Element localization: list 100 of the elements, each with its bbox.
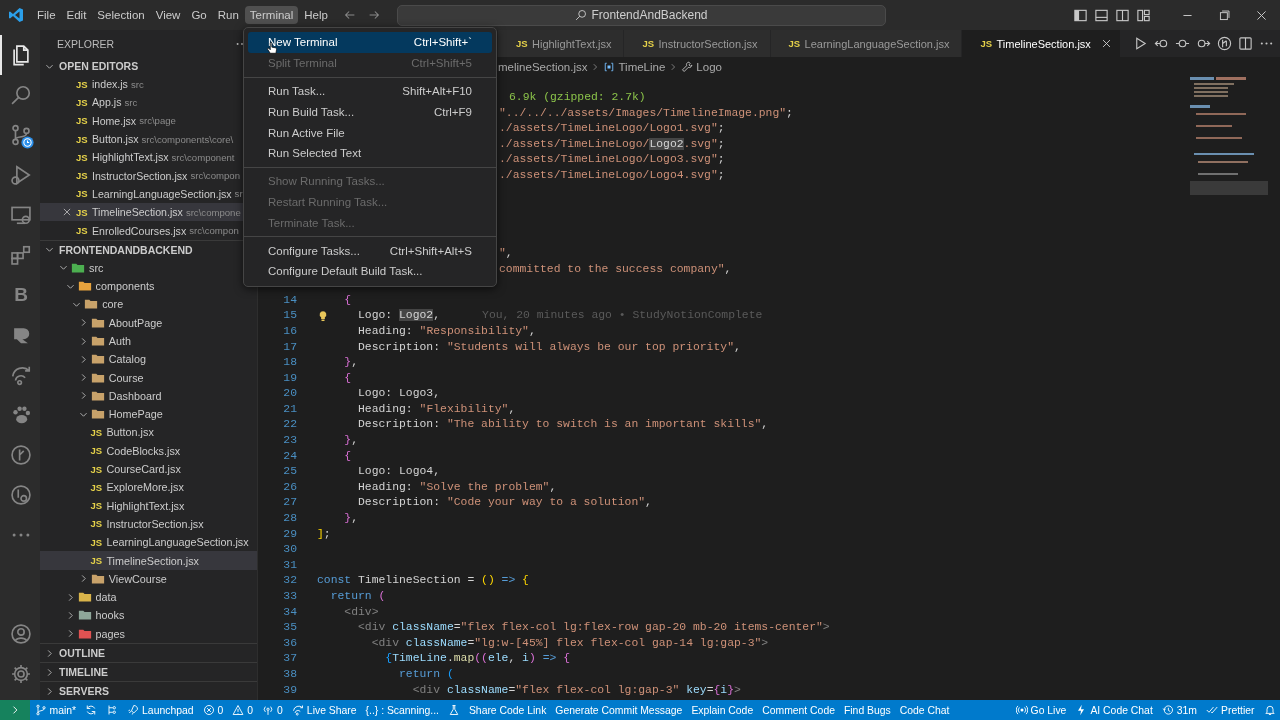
menu-item[interactable]: Run Selected Text — [248, 143, 492, 164]
tree-item[interactable]: data — [40, 588, 257, 607]
editor-tab[interactable]: JS HighlightText.jsx — [498, 30, 625, 57]
code-line: <div className="flex flex-col lg:flex-row gap-20 mb-20 items-center"> — [357, 620, 830, 636]
js-file-icon: JS — [90, 481, 103, 493]
editor-tab[interactable]: JS InstructorSection.jsx — [624, 30, 771, 57]
status-item[interactable]: 0 — [257, 700, 288, 720]
letter-icon[interactable]: B — [14, 284, 28, 306]
breadcrumb-item[interactable]: Logo — [696, 61, 722, 73]
tree-item[interactable]: Catalog — [40, 350, 257, 369]
code-line: Description: "The ability to switch is an important skills", — [357, 417, 769, 433]
status-item[interactable]: Live Share — [287, 700, 362, 720]
menu-item[interactable]: View — [150, 6, 186, 24]
code-line: Heading: "Flexibility", — [357, 401, 516, 417]
js-file-icon: JS — [90, 555, 103, 567]
status-item[interactable]: Explain Code — [686, 700, 758, 720]
code-line: <div> — [343, 604, 379, 620]
menu-item[interactable]: New Terminal Ctrl+Shift+` — [248, 32, 492, 53]
status-item[interactable]: Prettier — [1201, 700, 1259, 720]
js-file-icon: JS — [76, 96, 88, 108]
breadcrumb-item[interactable]: melineSection.jsx — [498, 61, 588, 73]
js-file-icon: JS — [76, 170, 88, 182]
code-line: ./assets/TimeLineLogo/Logo3.svg"; — [499, 152, 725, 168]
line-number: 35 — [282, 620, 297, 636]
tree-item[interactable]: core — [40, 295, 257, 314]
menu-item[interactable]: Go — [186, 6, 212, 24]
status-item[interactable]: main* — [30, 700, 81, 720]
menu-item[interactable]: Run Build Task... Ctrl+F9 — [248, 101, 492, 123]
status-item[interactable]: Share Code Link — [464, 700, 551, 720]
line-number: 31 — [282, 557, 297, 573]
js-file-icon: JS — [980, 38, 993, 49]
line-number: 14 — [282, 292, 297, 308]
js-file-icon: JS — [76, 133, 88, 145]
line-number: 33 — [282, 589, 297, 604]
tree-item[interactable]: JS Button.jsx — [40, 423, 257, 442]
menu-item[interactable]: Terminal — [244, 6, 299, 24]
tree-item[interactable]: Course — [40, 368, 257, 387]
line-number: 32 — [282, 573, 297, 589]
tree-item[interactable]: pages — [40, 624, 257, 643]
tree-item[interactable]: HomePage — [40, 405, 257, 424]
line-number: 30 — [282, 542, 297, 558]
tree-item[interactable]: JS CourseCard.jsx — [40, 459, 257, 479]
tree-item[interactable]: Dashboard — [40, 386, 257, 406]
js-file-icon: JS — [76, 78, 88, 90]
editor-tab[interactable]: JS TimelineSection.jsx — [962, 30, 1121, 57]
menu-item[interactable]: Run Task... Shift+Alt+F10 — [248, 80, 492, 102]
tree-item[interactable]: JS TimelineSection.jsx — [40, 551, 257, 570]
line-number: 24 — [282, 448, 297, 464]
tree-item[interactable]: JS LearningLanguageSection.jsx — [40, 533, 257, 552]
line-number: 27 — [282, 495, 297, 511]
code-line: const TimelineSection = () => { — [317, 573, 529, 589]
status-item[interactable]: 31m — [1157, 700, 1202, 720]
tree-item[interactable]: JS InstructorSection.jsx — [40, 514, 257, 534]
menu-item[interactable]: Help — [299, 6, 333, 24]
menu-item[interactable]: File — [32, 6, 61, 24]
line-number: 25 — [282, 464, 297, 480]
code-line: Description: "Students will always be our top priority", — [357, 339, 741, 355]
menu-item[interactable]: Run — [212, 6, 244, 24]
tree-item[interactable]: JS HighlightText.jsx — [40, 496, 257, 515]
code-line: Logo: Logo3, — [357, 386, 441, 402]
status-item[interactable]: Code Chat — [895, 700, 954, 720]
code-line: return ( — [398, 667, 454, 682]
line-number: 29 — [282, 526, 297, 542]
js-file-icon: JS — [90, 427, 103, 438]
editor-tab[interactable]: JS LearningLanguageSection.jsx — [770, 30, 963, 57]
code-line: {TimeLine.map((ele, i) => { — [384, 651, 570, 667]
status-item[interactable]: {..} : Scanning... — [361, 700, 444, 720]
code-line: Heading: "Responsibility", — [357, 323, 536, 339]
status-item[interactable]: 0 — [227, 700, 258, 720]
line-number: 36 — [282, 635, 297, 651]
status-item[interactable]: Comment Code — [757, 700, 840, 720]
code-line: ./assets/TimeLineLogo/Logo2.svg"; — [499, 136, 725, 152]
tree-item[interactable]: ViewCourse — [40, 569, 257, 588]
menu-item[interactable]: Edit — [61, 6, 92, 24]
line-number: 19 — [282, 370, 297, 386]
section-header[interactable]: TIMELINE — [40, 662, 257, 681]
menu-item[interactable]: Selection — [92, 6, 150, 24]
tree-item[interactable]: AboutPage — [40, 313, 257, 332]
status-item[interactable]: AI Code Chat — [1070, 700, 1158, 720]
breadcrumb-item[interactable]: TimeLine — [618, 61, 666, 73]
command-center-search[interactable]: FrontendAndBackend — [396, 4, 886, 26]
status-item[interactable]: 0 — [198, 700, 228, 720]
js-file-icon: JS — [788, 38, 801, 49]
code-line: { — [343, 448, 352, 464]
tree-item[interactable]: JS CodeBlocks.jsx — [40, 441, 257, 460]
status-item[interactable]: Find Bugs — [839, 700, 896, 720]
menu-item[interactable]: Run Active File — [248, 122, 492, 143]
js-file-icon: JS — [76, 151, 88, 163]
code-line: <div className="lg:w-[45%] flex flex-col gap-14 lg:gap-3"> — [370, 635, 769, 651]
tree-item[interactable]: Auth — [40, 331, 257, 351]
line-number: 21 — [282, 401, 297, 417]
tree-item[interactable]: hooks — [40, 606, 257, 625]
tree-item[interactable]: JS ExploreMore.jsx — [40, 478, 257, 497]
js-file-icon: JS — [90, 445, 103, 457]
code-line: ", — [499, 245, 513, 261]
status-item[interactable]: Go Live — [1011, 700, 1071, 720]
status-item[interactable]: Generate Commit Message — [550, 700, 687, 720]
section-header[interactable]: OUTLINE — [40, 643, 257, 662]
status-item[interactable]: Launchpad — [122, 700, 198, 720]
code-line: }, — [343, 511, 359, 527]
